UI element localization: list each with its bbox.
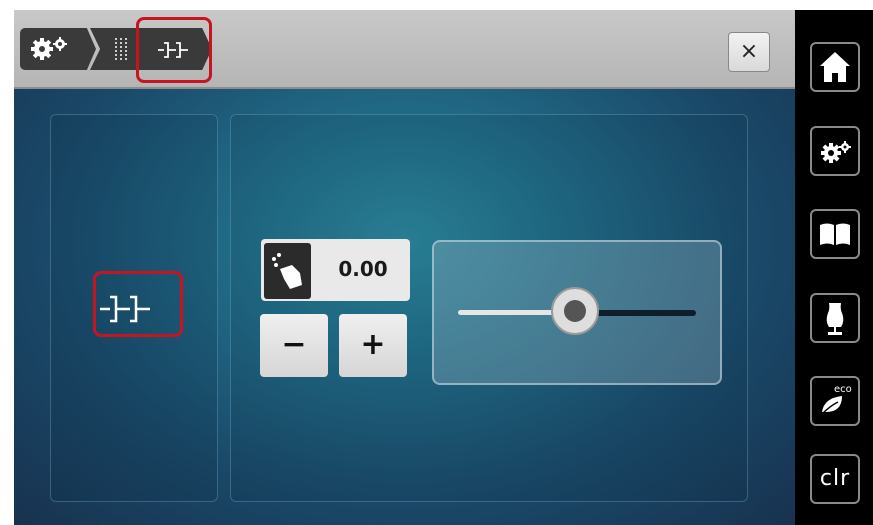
value-text: 0.00	[338, 257, 388, 281]
dress-form-icon	[826, 303, 844, 335]
breadcrumb-settings[interactable]	[20, 28, 96, 70]
highlight-breadcrumb	[136, 17, 212, 83]
sidebar: eco clr	[795, 10, 873, 525]
settings-gears-icon	[31, 37, 67, 60]
value-display: 0.00	[261, 239, 410, 301]
app-screen: × 0.00 − +	[14, 10, 795, 525]
home-button[interactable]	[810, 42, 860, 92]
creative-consultant-button[interactable]	[810, 293, 860, 343]
eco-leaf-icon	[821, 396, 842, 415]
home-icon	[820, 52, 850, 82]
clr-button[interactable]: clr	[810, 454, 860, 504]
increase-button[interactable]: +	[339, 314, 407, 377]
settings-gears-icon	[821, 141, 851, 163]
eco-button[interactable]: eco	[810, 376, 860, 426]
book-icon	[820, 223, 850, 245]
tutorial-button[interactable]	[810, 209, 860, 259]
hand-touch-icon	[264, 243, 311, 299]
settings-button[interactable]	[810, 126, 860, 176]
close-button[interactable]: ×	[728, 32, 770, 72]
decrease-button[interactable]: −	[260, 314, 328, 377]
highlight-stitch-icon	[93, 271, 183, 337]
slider-knob[interactable]	[551, 287, 599, 335]
slider-panel	[432, 240, 722, 385]
slider-knob-center	[564, 300, 586, 322]
top-bar: ×	[14, 10, 795, 89]
